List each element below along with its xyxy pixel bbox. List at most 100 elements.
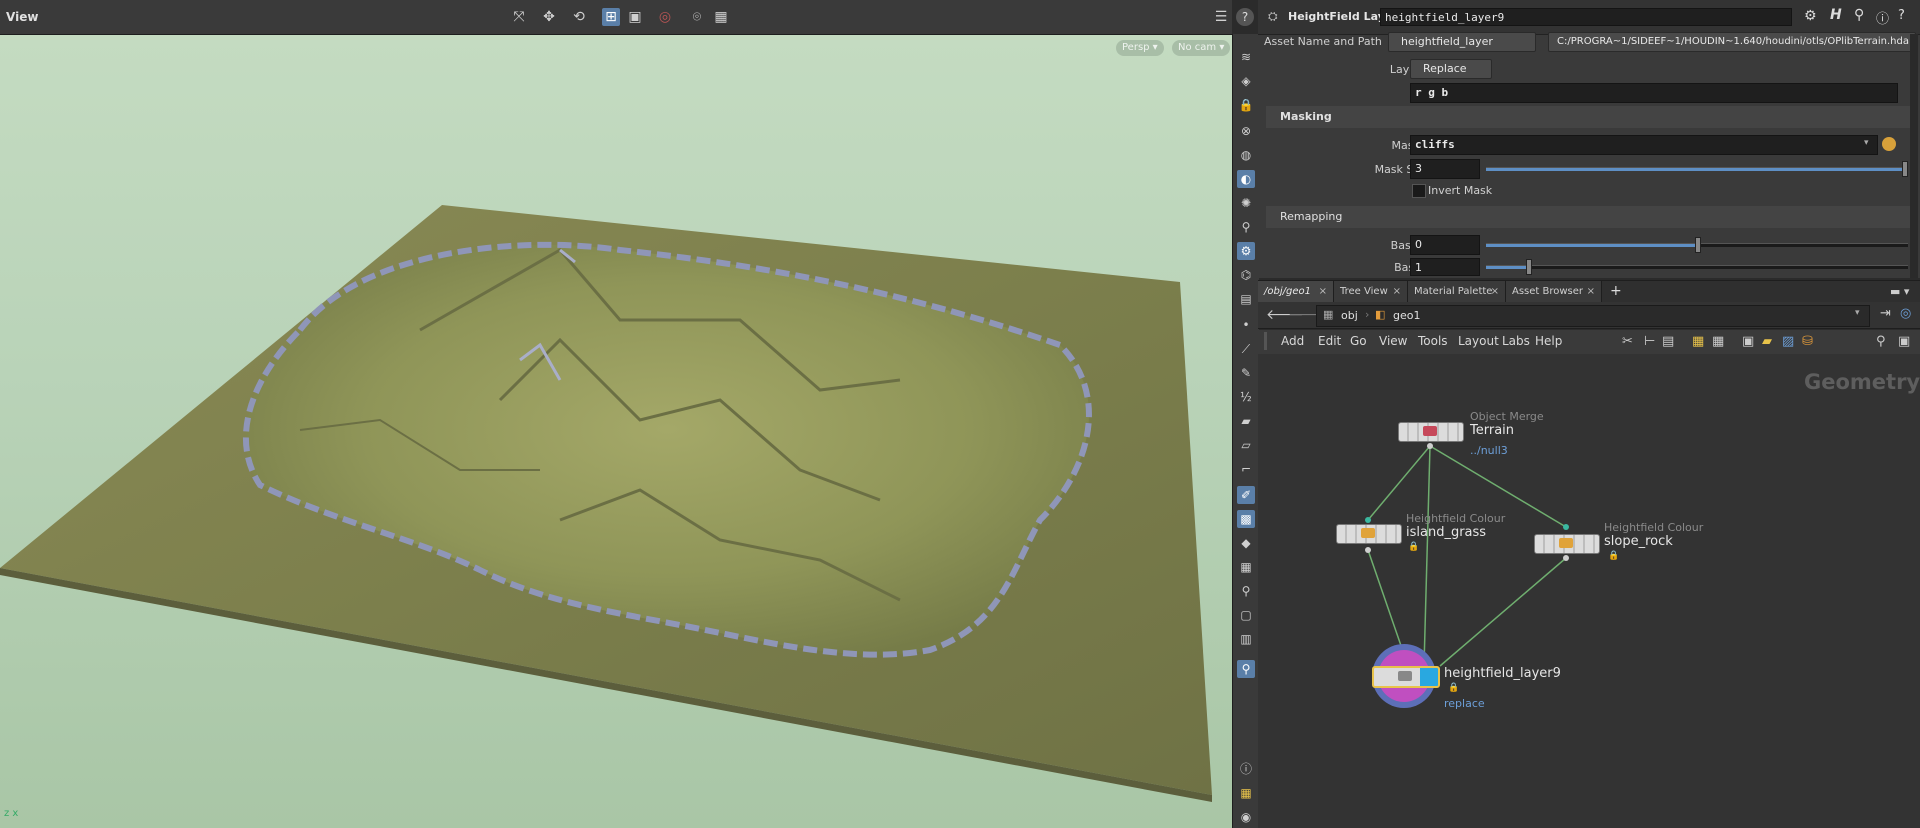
- persp-menu[interactable]: Persp ▾: [1116, 40, 1164, 56]
- link-icon[interactable]: ◎: [1900, 306, 1911, 321]
- paint-icon[interactable]: ▰: [1237, 412, 1255, 430]
- close-icon[interactable]: ×: [1491, 281, 1499, 303]
- camera-view-icon[interactable]: ▤: [1237, 290, 1255, 308]
- node-island-grass-name[interactable]: island_grass: [1406, 525, 1486, 540]
- shading-icon[interactable]: ◍: [1237, 146, 1255, 164]
- network-box-icon[interactable]: ▣: [1742, 334, 1754, 349]
- checker-icon[interactable]: ▩: [1237, 510, 1255, 528]
- network-editor[interactable]: Geometry Object Merge Terrain ../null3 H…: [1258, 354, 1920, 828]
- handle-tool-icon[interactable]: ⊞: [602, 8, 620, 26]
- record-icon[interactable]: ◎: [656, 8, 674, 26]
- grid-view-icon[interactable]: ▦: [1712, 334, 1724, 349]
- chevron-down-icon[interactable]: ▾: [1864, 138, 1869, 148]
- base-offset-handle[interactable]: [1695, 237, 1701, 253]
- base-scale-slider[interactable]: [1486, 265, 1908, 269]
- view-tool-icon[interactable]: ▣: [626, 8, 644, 26]
- close-icon[interactable]: ×: [1393, 281, 1401, 303]
- camera-icon[interactable]: ⌾: [688, 8, 706, 26]
- wireframe-icon[interactable]: ⚙: [1237, 242, 1255, 260]
- asset-path-field[interactable]: C:/PROGRA~1/SIDEEF~1/HOUDIN~1.640/houdin…: [1548, 32, 1916, 52]
- menu-add[interactable]: Add: [1281, 334, 1304, 348]
- masking-section[interactable]: Masking: [1266, 106, 1910, 128]
- menu-view[interactable]: View: [1379, 334, 1407, 348]
- color-palette-icon[interactable]: ▦: [1692, 334, 1704, 349]
- tree-icon[interactable]: ⊢: [1644, 334, 1655, 349]
- node-terrain-name[interactable]: Terrain: [1470, 423, 1514, 438]
- menu-labs[interactable]: Labs: [1502, 334, 1530, 348]
- snapshot-icon[interactable]: ▦: [712, 8, 730, 26]
- list-icon[interactable]: ▤: [1662, 334, 1674, 349]
- mask-strength-input[interactable]: 3: [1410, 159, 1480, 179]
- menu-go[interactable]: Go: [1350, 334, 1367, 348]
- layout-icon[interactable]: ▦: [1237, 784, 1255, 802]
- pin-tool-icon[interactable]: ⚲: [1237, 582, 1255, 600]
- info-icon[interactable]: ⓘ: [1237, 760, 1255, 778]
- node-heightfield-layer9-name[interactable]: heightfield_layer9: [1444, 666, 1561, 681]
- display-options-icon[interactable]: ☰: [1212, 8, 1230, 26]
- menu-tools[interactable]: Tools: [1418, 334, 1448, 348]
- menu-edit[interactable]: Edit: [1318, 334, 1341, 348]
- node-terrain[interactable]: [1398, 422, 1464, 442]
- node-lock-icon[interactable]: 🔒: [1408, 542, 1419, 552]
- sculpt-icon[interactable]: ✐: [1237, 486, 1255, 504]
- stamp-icon[interactable]: ▱: [1237, 436, 1255, 454]
- brush-icon[interactable]: ✎: [1237, 364, 1255, 382]
- headlight-icon[interactable]: ⚲: [1237, 218, 1255, 236]
- base-scale-input[interactable]: 1: [1410, 258, 1480, 276]
- grid-icon[interactable]: ▦: [1237, 558, 1255, 576]
- box-icon[interactable]: ▢: [1237, 606, 1255, 624]
- gear-icon[interactable]: ⚙: [1804, 8, 1817, 24]
- node-heightfield-layer9[interactable]: [1372, 666, 1440, 688]
- question-icon[interactable]: ?: [1898, 8, 1905, 23]
- search-icon[interactable]: ⚲: [1854, 7, 1864, 23]
- edge-icon[interactable]: ⌐: [1237, 460, 1255, 478]
- lock-icon[interactable]: 🔒: [1237, 96, 1255, 114]
- base-scale-handle[interactable]: [1526, 259, 1532, 275]
- close-icon[interactable]: ×: [1319, 281, 1327, 303]
- tab-tree-view[interactable]: Tree View ×: [1334, 281, 1408, 303]
- info-circle-icon[interactable]: ⓘ: [1876, 8, 1889, 27]
- path-geo[interactable]: geo1: [1393, 309, 1420, 322]
- mask-strength-handle[interactable]: [1902, 161, 1908, 177]
- menu-layout[interactable]: Layout: [1458, 334, 1499, 348]
- rotate-tool-icon[interactable]: ⟲: [570, 8, 588, 26]
- parameter-scrollbar[interactable]: [1910, 34, 1918, 278]
- zoom-icon[interactable]: ⚲: [1876, 334, 1886, 349]
- draw-icon[interactable]: ⟋: [1237, 340, 1255, 358]
- visualize-icon[interactable]: ⌬: [1237, 266, 1255, 284]
- viewport[interactable]: [0, 0, 1232, 828]
- node-slope-rock-name[interactable]: slope_rock: [1604, 534, 1673, 549]
- menu-help[interactable]: Help: [1535, 334, 1562, 348]
- diamond-icon[interactable]: ◆: [1237, 534, 1255, 552]
- asset-name-dropdown[interactable]: heightfield_layer: [1388, 32, 1536, 52]
- node-name-input[interactable]: [1380, 8, 1792, 26]
- path-dropdown-icon[interactable]: ▾: [1855, 308, 1860, 318]
- remapping-section[interactable]: Remapping: [1266, 206, 1910, 228]
- layer-mode-dropdown[interactable]: Replace: [1410, 59, 1492, 79]
- node-lock-icon[interactable]: 🔒: [1448, 683, 1459, 693]
- point-icon[interactable]: •: [1237, 316, 1255, 334]
- eye-icon[interactable]: ◉: [1237, 808, 1255, 826]
- layers-input[interactable]: r g b: [1410, 83, 1898, 103]
- node-island-grass[interactable]: [1336, 524, 1402, 544]
- camera-menu[interactable]: No cam ▾: [1172, 40, 1231, 56]
- node-slope-rock[interactable]: [1534, 534, 1600, 554]
- tab-asset-browser[interactable]: Asset Browser ×: [1506, 281, 1602, 303]
- bulb-icon[interactable]: ✺: [1237, 194, 1255, 212]
- houdini-help-icon[interactable]: H: [1830, 7, 1842, 23]
- database-icon[interactable]: ⛁: [1802, 334, 1813, 349]
- close-icon[interactable]: ×: [1587, 281, 1595, 303]
- number-icon[interactable]: ½: [1237, 388, 1255, 406]
- path-obj[interactable]: obj: [1341, 309, 1358, 322]
- pin-icon[interactable]: ⇥: [1880, 306, 1891, 321]
- select-tool-icon[interactable]: ⤧: [510, 8, 528, 26]
- image-add-icon[interactable]: ▨: [1782, 334, 1794, 349]
- tab-material-palette[interactable]: Material Palette ×: [1408, 281, 1506, 303]
- location-icon[interactable]: ⚲: [1237, 660, 1255, 678]
- base-offset-input[interactable]: 0: [1410, 235, 1480, 255]
- layers-icon[interactable]: ≋: [1237, 48, 1255, 66]
- invert-mask-checkbox[interactable]: [1412, 184, 1426, 198]
- wrench-icon[interactable]: ✂: [1622, 334, 1633, 349]
- display-icon[interactable]: ◈: [1237, 72, 1255, 90]
- sticky-note-icon[interactable]: ▰: [1762, 334, 1772, 349]
